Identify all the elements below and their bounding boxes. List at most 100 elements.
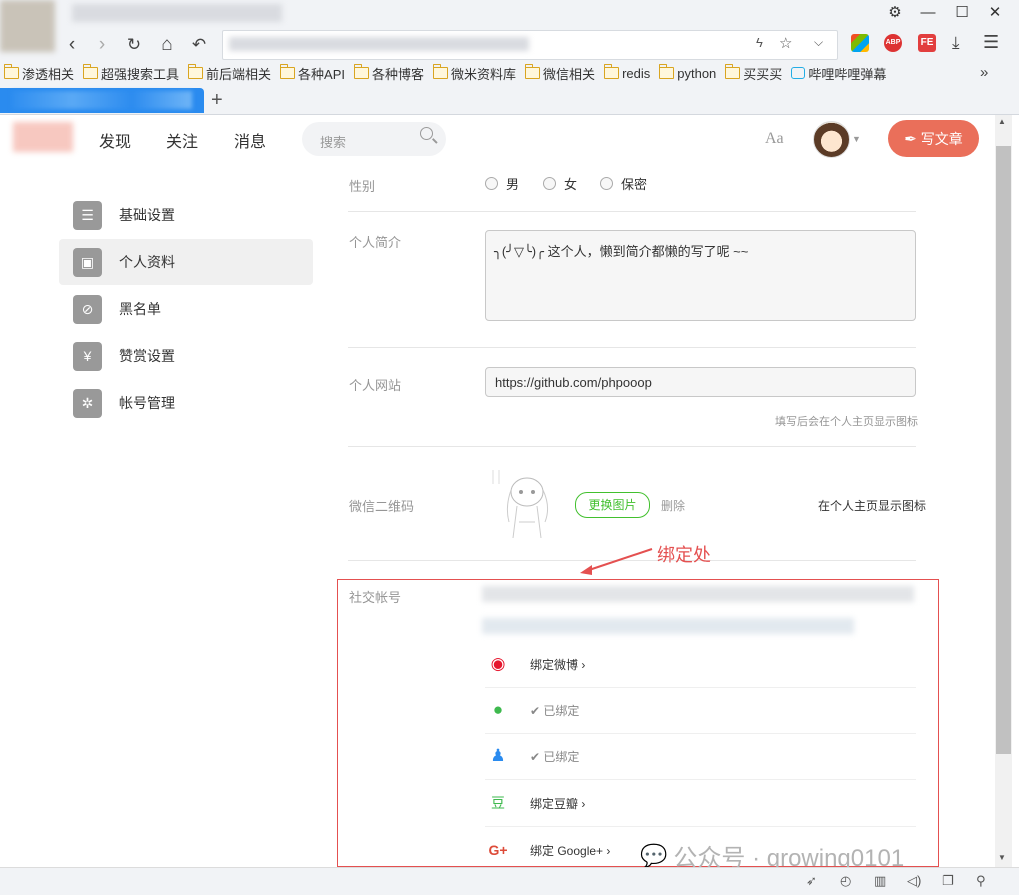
- bookmark-folder[interactable]: python: [655, 64, 721, 81]
- bookmark-label: 买买买: [743, 66, 783, 82]
- minimize-button[interactable]: —: [917, 3, 939, 23]
- bookmark-label: 微信相关: [543, 66, 596, 82]
- bookmark-folder[interactable]: 渗透相关: [0, 64, 79, 83]
- website-value: https://github.com/phpooop: [495, 375, 652, 390]
- bookmark-folder[interactable]: redis: [600, 64, 655, 81]
- rocket-icon[interactable]: ➶: [806, 873, 817, 889]
- maximize-button[interactable]: ☐: [951, 3, 973, 23]
- scrollbar-thumb[interactable]: [996, 146, 1011, 754]
- user-avatar[interactable]: [813, 121, 850, 158]
- bookmark-label: redis: [622, 65, 651, 81]
- undo-icon[interactable]: ↶: [187, 33, 211, 57]
- folder-icon: [432, 64, 449, 79]
- bookmark-folder[interactable]: 微信相关: [521, 64, 600, 83]
- radio-icon: [543, 177, 556, 190]
- social-blurred-line: [482, 586, 914, 602]
- tab-active[interactable]: [0, 88, 204, 113]
- home-icon[interactable]: ⌂: [155, 33, 179, 57]
- social-row-douban[interactable]: 豆 绑定豆瓣 ›: [485, 780, 916, 827]
- font-setting-button[interactable]: Aa: [765, 130, 784, 148]
- bookmark-folder[interactable]: 各种博客: [350, 64, 429, 83]
- address-bar[interactable]: ϟ ☆: [222, 30, 838, 60]
- folder-icon: [279, 64, 296, 79]
- gear-icon: ✲: [73, 388, 102, 418]
- adblock-icon[interactable]: ABP: [884, 34, 902, 52]
- speed-icon[interactable]: ◴: [840, 873, 851, 889]
- volume-icon[interactable]: ◁): [907, 873, 921, 889]
- list-icon: ☰: [73, 200, 102, 230]
- download-icon[interactable]: ⤓: [952, 33, 960, 53]
- address-blurred: [229, 37, 529, 51]
- write-article-button[interactable]: ✒ 写文章: [888, 120, 979, 157]
- folder-icon: [353, 64, 370, 79]
- bio-textarea[interactable]: ╮(╯▽╰)╭ 这个人，懒到简介都懒的写了呢 ~~: [485, 230, 916, 321]
- sidebar-item-reward-settings[interactable]: ¥ 赞赏设置: [59, 333, 313, 379]
- sidebar-item-label: 赞赏设置: [119, 348, 175, 364]
- social-row-wechat[interactable]: ● ✔ 已绑定: [485, 687, 916, 734]
- social-row-qq[interactable]: ♟ ✔ 已绑定: [485, 733, 916, 780]
- bookmark-folder[interactable]: 各种API: [276, 64, 350, 83]
- change-image-button[interactable]: 更换图片: [575, 492, 650, 518]
- bookmark-folder[interactable]: 超强搜索工具: [79, 64, 184, 83]
- site-logo-blurred[interactable]: [13, 122, 73, 152]
- gender-option-secret[interactable]: 保密: [600, 174, 647, 193]
- menu-icon[interactable]: ☰: [983, 32, 999, 53]
- website-hint: 填写后会在个人主页显示图标: [775, 416, 918, 428]
- bookmark-folder[interactable]: 前后端相关: [184, 64, 276, 83]
- chevron-down-icon[interactable]: ⌵: [814, 35, 823, 50]
- sidebar-item-basic-settings[interactable]: ☰ 基础设置: [59, 192, 313, 238]
- star-icon[interactable]: ☆: [779, 34, 792, 52]
- bookmark-label: python: [677, 65, 717, 81]
- back-icon[interactable]: ‹: [60, 33, 84, 57]
- radio-icon: [485, 177, 498, 190]
- bookmark-folder[interactable]: 买买买: [721, 64, 787, 83]
- social-row-weibo[interactable]: ◉ 绑定微博 ›: [485, 641, 916, 688]
- google-plus-icon: G+: [488, 842, 508, 858]
- sidebar-item-blacklist[interactable]: ⊘ 黑名单: [59, 286, 313, 332]
- search-icon[interactable]: [420, 127, 433, 140]
- gender-option-female[interactable]: 女: [543, 174, 577, 193]
- profile-avatar-blurred[interactable]: [0, 0, 55, 52]
- website-label: 个人网站: [349, 378, 402, 393]
- refresh-icon[interactable]: ↻: [122, 33, 146, 57]
- bio-text: ╮(╯▽╰)╭ 这个人，懒到简介都懒的写了呢 ~~: [494, 244, 749, 259]
- bookmarks-more-icon[interactable]: »: [980, 64, 988, 81]
- delete-image-link[interactable]: 删除: [661, 497, 685, 514]
- sidebar-item-label: 基础设置: [119, 207, 175, 223]
- bookmark-label: 渗透相关: [22, 66, 75, 82]
- profile-card-icon: ▣: [73, 247, 102, 277]
- forward-icon[interactable]: ›: [90, 33, 114, 57]
- feather-icon: ✒: [904, 130, 917, 148]
- window-icon[interactable]: ❐: [942, 873, 954, 889]
- website-input[interactable]: https://github.com/phpooop: [485, 367, 916, 397]
- nav-discover[interactable]: 发现: [99, 128, 131, 152]
- folder-icon: [603, 64, 620, 79]
- ban-icon: ⊘: [73, 294, 102, 324]
- chevron-down-icon[interactable]: ▼: [852, 134, 861, 144]
- apps-icon[interactable]: [851, 34, 869, 52]
- divider: [348, 446, 916, 447]
- bookmark-folder[interactable]: 微米资料库: [429, 64, 521, 83]
- close-button[interactable]: ✕: [984, 3, 1006, 23]
- trash-icon[interactable]: ▥: [874, 873, 886, 889]
- scroll-up-icon[interactable]: ▲: [998, 117, 1006, 126]
- fe-extension-icon[interactable]: FE: [918, 34, 936, 52]
- sidebar-item-label: 帐号管理: [119, 395, 175, 411]
- nav-follow[interactable]: 关注: [166, 128, 198, 152]
- wechat-qr-hint: 在个人主页显示图标: [818, 499, 927, 513]
- sidebar-item-account[interactable]: ✲ 帐号管理: [59, 380, 313, 426]
- zoom-icon[interactable]: ⚲: [976, 873, 986, 889]
- sidebar-item-profile[interactable]: ▣ 个人资料: [59, 239, 313, 285]
- new-tab-button[interactable]: +: [211, 88, 223, 112]
- bookmark-bilibili[interactable]: 哔哩哔哩弹幕: [787, 64, 891, 83]
- skin-icon[interactable]: ⚙: [884, 3, 906, 23]
- gender-option-male[interactable]: 男: [485, 174, 519, 193]
- nav-messages[interactable]: 消息: [234, 128, 266, 152]
- scroll-down-icon[interactable]: ▼: [998, 853, 1006, 862]
- lightning-icon[interactable]: ϟ: [756, 35, 763, 50]
- bio-label: 个人简介: [349, 235, 402, 250]
- yen-icon: ¥: [73, 341, 102, 371]
- wechat-icon: ●: [492, 700, 504, 719]
- write-article-label: 写文章: [920, 130, 963, 147]
- bookmark-label: 哔哩哔哩弹幕: [808, 66, 887, 82]
